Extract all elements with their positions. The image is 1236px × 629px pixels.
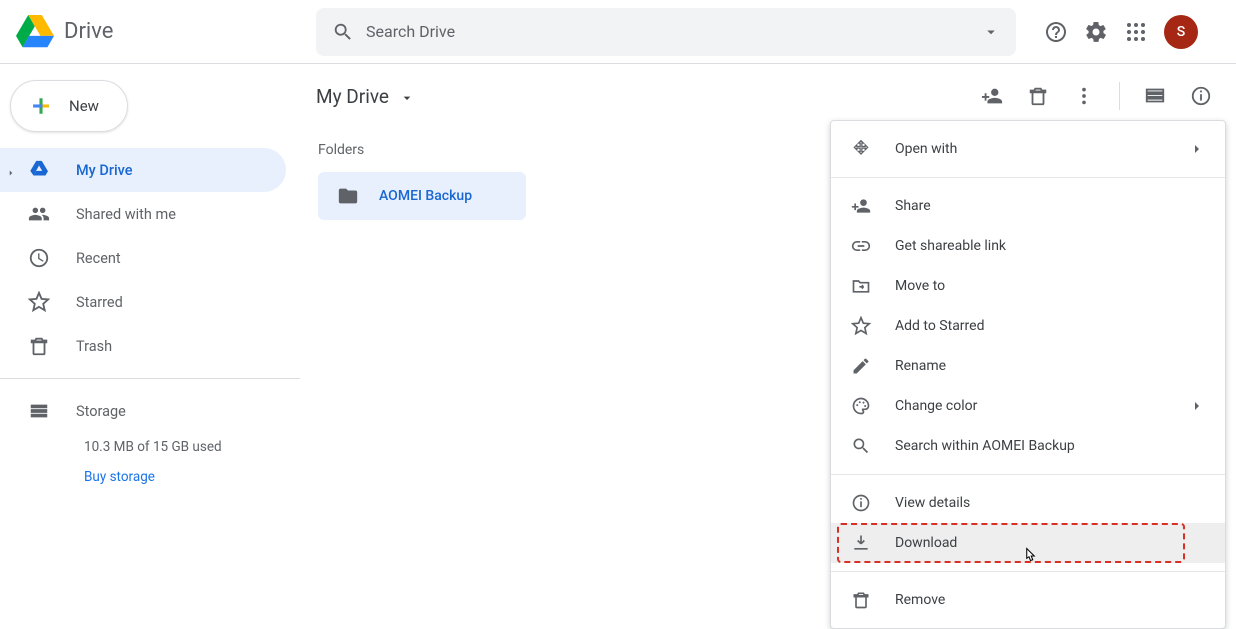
section-title: Folders <box>318 142 364 158</box>
pencil-icon <box>851 356 871 376</box>
sidebar-item-label: Starred <box>76 294 123 311</box>
logo[interactable]: Drive <box>8 13 308 51</box>
product-name: Drive <box>64 19 113 44</box>
menu-label: Add to Starred <box>895 318 984 334</box>
settings-gear-icon[interactable] <box>1084 20 1108 44</box>
breadcrumb[interactable]: My Drive <box>316 85 415 108</box>
drive-logo-icon <box>16 13 54 51</box>
menu-change-color[interactable]: Change color <box>831 386 1225 426</box>
nav: My Drive Shared with me Recent Starred <box>0 148 300 492</box>
menu-move-to[interactable]: Move to <box>831 266 1225 306</box>
folder-icon <box>337 185 359 207</box>
info-icon <box>851 493 871 513</box>
star-icon <box>28 291 50 313</box>
trash-icon <box>851 590 871 610</box>
sidebar-item-my-drive[interactable]: My Drive <box>0 148 286 192</box>
caret-right-icon <box>6 165 16 175</box>
folder-item[interactable]: AOMEI Backup <box>318 172 526 220</box>
arrows-move-icon <box>851 139 871 159</box>
caret-down-icon <box>399 88 415 104</box>
search-options-caret-icon[interactable] <box>982 23 1000 41</box>
sidebar-item-trash[interactable]: Trash <box>0 324 286 368</box>
new-button[interactable]: New <box>10 80 128 132</box>
menu-add-star[interactable]: Add to Starred <box>831 306 1225 346</box>
menu-label: Share <box>895 198 931 214</box>
move-folder-icon <box>851 276 871 296</box>
header: Drive S <box>0 0 1236 64</box>
menu-label: Search within AOMEI Backup <box>895 438 1075 454</box>
buy-storage-link[interactable]: Buy storage <box>84 463 300 493</box>
main: My Drive <box>300 64 1236 598</box>
menu-label: Get shareable link <box>895 238 1006 254</box>
star-outline-icon <box>851 316 871 336</box>
sidebar-item-label: Trash <box>76 338 112 355</box>
view-details-icon[interactable] <box>1190 85 1212 107</box>
sidebar-item-label: My Drive <box>76 162 133 179</box>
sidebar-item-shared[interactable]: Shared with me <box>0 192 286 236</box>
help-icon[interactable] <box>1044 20 1068 44</box>
person-add-icon <box>851 196 871 216</box>
menu-label: Change color <box>895 398 977 414</box>
breadcrumb-label: My Drive <box>316 85 389 108</box>
sidebar-item-label: Shared with me <box>76 206 176 223</box>
search-icon <box>851 436 871 456</box>
folder-label: AOMEI Backup <box>379 188 472 204</box>
people-icon <box>28 203 50 225</box>
cursor-pointer-icon <box>1019 547 1039 571</box>
sidebar-item-storage[interactable]: Storage <box>0 389 286 433</box>
menu-rename[interactable]: Rename <box>831 346 1225 386</box>
storage-icon <box>28 400 50 422</box>
sidebar: New My Drive Shared with me Recent <box>0 64 300 598</box>
menu-label: Open with <box>895 141 957 157</box>
menu-view-details[interactable]: View details <box>831 483 1225 523</box>
menu-label: View details <box>895 495 970 511</box>
menu-label: Rename <box>895 358 946 374</box>
chevron-right-icon <box>1189 398 1205 414</box>
menu-get-link[interactable]: Get shareable link <box>831 226 1225 266</box>
more-options-icon[interactable] <box>1073 85 1095 107</box>
apps-grid-icon[interactable] <box>1124 20 1148 44</box>
download-icon <box>851 533 871 553</box>
search-bar[interactable] <box>316 8 1016 56</box>
menu-label: Download <box>895 535 957 551</box>
search-icon <box>332 21 354 43</box>
menu-label: Move to <box>895 278 945 294</box>
trash-icon <box>28 335 50 357</box>
palette-icon <box>851 396 871 416</box>
menu-label: Remove <box>895 592 945 608</box>
sidebar-item-label: Recent <box>76 250 121 267</box>
plus-icon <box>27 92 55 120</box>
toolbar: My Drive <box>300 64 1236 128</box>
menu-search-within[interactable]: Search within AOMEI Backup <box>831 426 1225 466</box>
account-avatar[interactable]: S <box>1164 15 1198 49</box>
sidebar-item-label: Storage <box>76 403 126 420</box>
new-button-label: New <box>69 97 99 115</box>
highlight-box <box>837 523 1185 563</box>
context-menu: Open with Share Get shareable link Move … <box>830 120 1226 629</box>
sidebar-item-recent[interactable]: Recent <box>0 236 286 280</box>
chevron-right-icon <box>1189 141 1205 157</box>
list-view-icon[interactable] <box>1144 85 1166 107</box>
delete-icon[interactable] <box>1027 85 1049 107</box>
sidebar-item-starred[interactable]: Starred <box>0 280 286 324</box>
menu-share[interactable]: Share <box>831 186 1225 226</box>
share-add-person-icon[interactable] <box>981 85 1003 107</box>
separator <box>1119 82 1120 110</box>
menu-remove[interactable]: Remove <box>831 580 1225 620</box>
link-icon <box>851 236 871 256</box>
clock-icon <box>28 247 50 269</box>
search-input[interactable] <box>354 22 982 41</box>
storage-usage-text: 10.3 MB of 15 GB used <box>84 433 300 463</box>
menu-download[interactable]: Download <box>831 523 1225 563</box>
menu-open-with[interactable]: Open with <box>831 129 1225 169</box>
drive-icon <box>28 159 50 181</box>
